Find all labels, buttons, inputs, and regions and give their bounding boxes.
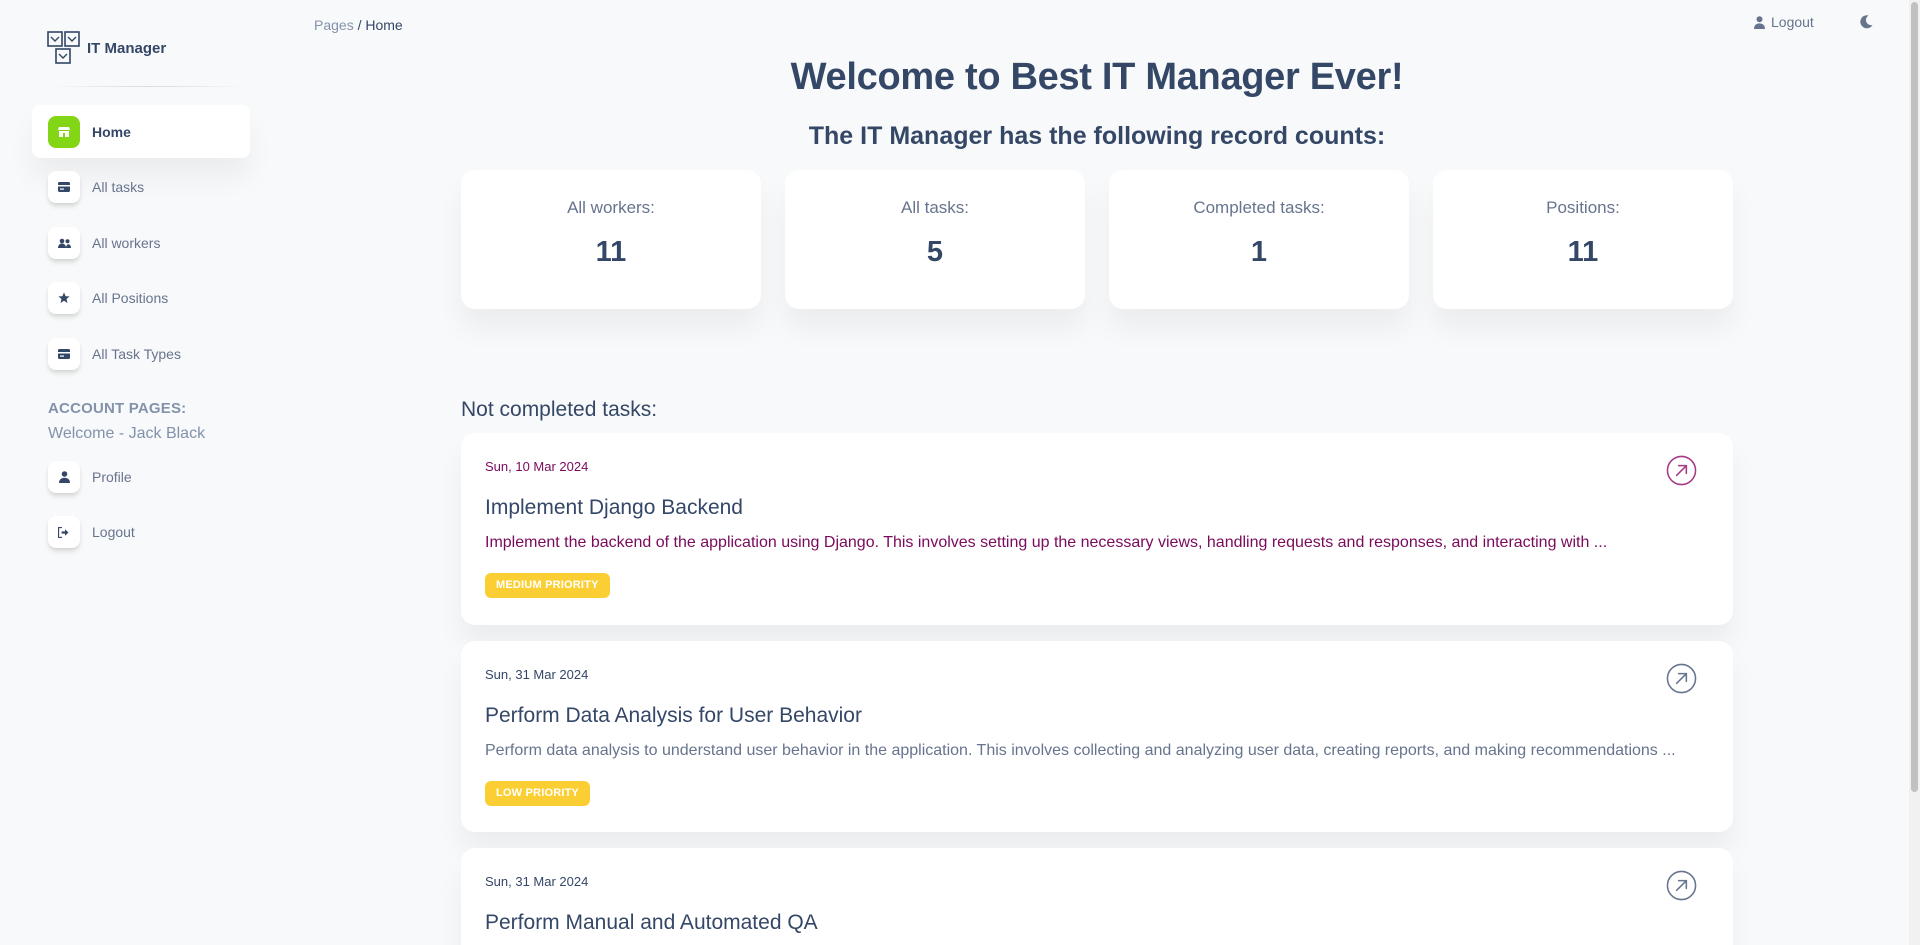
sidebar-item-logout[interactable]: Logout	[32, 506, 250, 559]
sidebar-item-all-tasks[interactable]: All tasks	[32, 161, 250, 214]
stat-card-workers: All workers: 11	[461, 170, 761, 309]
sidebar: IT Manager Home All tasks All workers Al…	[0, 0, 270, 945]
brand-name: IT Manager	[87, 39, 167, 57]
task-title: Implement Django Backend	[485, 496, 743, 519]
page-subtitle: The IT Manager has the following record …	[808, 122, 1386, 150]
moon-icon[interactable]	[1858, 14, 1874, 30]
page-title: Welcome to Best IT Manager Ever!	[790, 56, 1404, 98]
arrow-up-right-icon[interactable]	[1666, 870, 1697, 901]
scrollbar[interactable]	[1909, 0, 1920, 945]
sign-out-icon	[48, 516, 80, 548]
scrollbar-thumb[interactable]	[1911, 2, 1918, 792]
account-nav: Profile Logout	[32, 450, 250, 561]
task-card[interactable]: Sun, 10 Mar 2024 Implement Django Backen…	[461, 433, 1733, 625]
breadcrumb: Pages / Home	[314, 17, 403, 33]
sidebar-item-all-task-types[interactable]: All Task Types	[32, 327, 250, 380]
task-title: Perform Data Analysis for User Behavior	[485, 704, 862, 727]
arrow-up-right-icon[interactable]	[1666, 663, 1697, 694]
task-title: Perform Manual and Automated QA	[485, 911, 818, 934]
welcome-user-text: Welcome - Jack Black	[48, 425, 206, 442]
sidebar-item-label: Profile	[92, 468, 132, 485]
stat-card-positions: Positions: 11	[1433, 170, 1733, 309]
sidebar-item-label: All Task Types	[92, 345, 181, 362]
stat-card-completed-tasks: Completed tasks: 1	[1109, 170, 1409, 309]
account-pages-heading: ACCOUNT PAGES:	[48, 400, 187, 417]
sidebar-item-label: Home	[92, 123, 131, 140]
sidebar-item-label: All tasks	[92, 179, 145, 195]
stat-label: Completed tasks:	[1193, 198, 1325, 217]
task-description: Implement the backend of the application…	[485, 534, 1608, 551]
credit-card-icon	[48, 337, 80, 370]
shop-icon	[48, 115, 80, 148]
stat-value: 11	[595, 236, 627, 268]
stat-card-tasks: All tasks: 5	[785, 170, 1085, 309]
arrow-up-right-icon[interactable]	[1666, 455, 1697, 486]
stat-label: All tasks:	[900, 198, 970, 217]
task-card[interactable]: Sun, 31 Mar 2024 Perform Data Analysis f…	[461, 641, 1733, 832]
topbar-logout-button[interactable]: Logout	[1754, 14, 1814, 30]
task-date: Sun, 31 Mar 2024	[485, 874, 589, 889]
sidebar-nav: Home All tasks All workers All Positions…	[32, 105, 250, 383]
star-icon	[48, 282, 80, 314]
stats-row: All workers: 11 All tasks: 5 Completed t…	[461, 170, 1733, 310]
sidebar-item-label: Logout	[92, 524, 135, 540]
user-icon	[1754, 15, 1765, 29]
task-card[interactable]: Sun, 31 Mar 2024 Perform Manual and Auto…	[461, 848, 1733, 945]
sidebar-item-home[interactable]: Home	[32, 105, 250, 158]
priority-badge: LOW PRIORITY	[485, 781, 591, 806]
stat-value: 11	[1567, 236, 1599, 268]
sidebar-item-all-workers[interactable]: All workers	[32, 216, 250, 269]
breadcrumb-current: Home	[365, 17, 403, 33]
logo-icon	[47, 31, 80, 64]
brand[interactable]: IT Manager	[47, 31, 166, 65]
sidebar-item-label: All Positions	[92, 290, 169, 306]
task-date: Sun, 31 Mar 2024	[485, 667, 589, 682]
stat-label: All workers:	[567, 198, 655, 217]
users-icon	[48, 226, 80, 259]
stat-value: 5	[926, 236, 944, 268]
priority-badge: MEDIUM PRIORITY	[485, 573, 610, 598]
sidebar-divider	[48, 86, 248, 87]
section-title: Not completed tasks:	[461, 398, 658, 421]
stat-label: Positions:	[1546, 198, 1620, 217]
task-description: Perform data analysis to understand user…	[485, 742, 1676, 759]
breadcrumb-separator: /	[357, 17, 362, 33]
sidebar-item-profile[interactable]: Profile	[32, 450, 250, 503]
credit-card-icon	[48, 171, 80, 203]
breadcrumb-root[interactable]: Pages	[314, 17, 354, 33]
user-icon	[48, 460, 80, 493]
topbar-logout-label: Logout	[1771, 14, 1814, 30]
sidebar-item-label: All workers	[92, 234, 161, 251]
sidebar-item-all-positions[interactable]: All Positions	[32, 272, 250, 325]
stat-value: 1	[1250, 236, 1268, 268]
task-date: Sun, 10 Mar 2024	[485, 459, 589, 474]
